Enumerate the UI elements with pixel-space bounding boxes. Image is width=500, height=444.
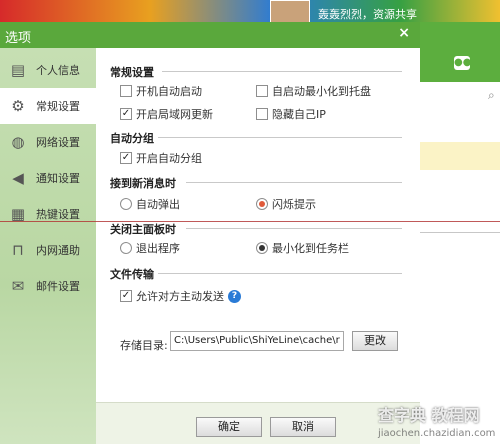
globe-icon: ◍ (11, 133, 25, 151)
option-label: 自动弹出 (136, 198, 180, 211)
minimize-tray-checkbox[interactable]: 自启动最小化到托盘 (256, 83, 371, 99)
avatar[interactable] (270, 0, 310, 24)
settings-sidebar: ▤ 个人信息 ⚙ 常规设置 ◍ 网络设置 ◀ 通知设置 ▦ 热键设置 ⊓ 内网通… (0, 48, 96, 444)
option-label: 最小化到任务栏 (272, 242, 349, 255)
watermark-site: jiaochen.chazidian.com (378, 428, 496, 439)
divider (186, 182, 402, 183)
nickname: 轰轰烈烈，资源共享 (318, 8, 417, 21)
radio-circle[interactable] (120, 198, 132, 210)
sidebar-item-label: 常规设置 (36, 100, 80, 113)
sidebar-item-label: 内网通助 (36, 244, 80, 257)
autostart-checkbox[interactable]: 开机自动启动 (120, 83, 202, 99)
option-label: 退出程序 (136, 242, 180, 255)
section-new-message: 接到新消息时 (110, 177, 176, 190)
sidebar-item-label: 个人信息 (36, 64, 80, 77)
highlighted-contact[interactable] (420, 142, 500, 170)
section-general: 常规设置 (110, 66, 154, 79)
checkbox-box[interactable]: ✓ (120, 108, 132, 120)
contact-list (420, 82, 500, 444)
divider (0, 221, 500, 222)
option-label: 开启局域网更新 (136, 108, 213, 121)
sidebar-item-general[interactable]: ⚙ 常规设置 (0, 88, 96, 124)
checkbox-box[interactable] (256, 85, 268, 97)
options-dialog: 选项 × ▤ 个人信息 ⚙ 常规设置 ◍ 网络设置 ◀ 通知设置 ▦ 热键设置 … (0, 22, 420, 444)
auto-group-checkbox[interactable]: ✓ 开启自动分组 (120, 150, 202, 166)
mail-icon: ✉ (11, 277, 25, 295)
option-label: 允许对方主动发送 (136, 290, 224, 303)
dialog-title: 选项 (5, 31, 32, 46)
allow-send-checkbox[interactable]: ✓ 允许对方主动发送 ? (120, 288, 241, 304)
divider (162, 71, 402, 72)
sidebar-item-mail[interactable]: ✉ 邮件设置 (0, 268, 96, 304)
popup-radio[interactable]: 自动弹出 (120, 196, 180, 212)
sidebar-item-profile[interactable]: ▤ 个人信息 (0, 52, 96, 88)
close-button[interactable]: × (398, 25, 410, 41)
lan-update-checkbox[interactable]: ✓ 开启局域网更新 (120, 106, 213, 122)
search-icon[interactable]: ⌕ (488, 88, 495, 103)
gear-icon: ⚙ (11, 97, 25, 115)
divider (186, 228, 402, 229)
hide-ip-checkbox[interactable]: 隐藏自己IP (256, 106, 326, 122)
sidebar-item-hotkey[interactable]: ▦ 热键设置 (0, 196, 96, 232)
sidebar-item-network[interactable]: ◍ 网络设置 (0, 124, 96, 160)
settings-panel: 常规设置 开机自动启动 自启动最小化到托盘 ✓ 开启局域网更新 隐藏自己IP 自动… (96, 48, 420, 444)
option-label: 隐藏自己IP (272, 108, 326, 121)
radio-circle[interactable] (256, 198, 268, 210)
sidebar-item-label: 网络设置 (36, 136, 80, 149)
divider (158, 137, 402, 138)
checkbox-box[interactable]: ✓ (120, 290, 132, 302)
exit-program-radio[interactable]: 退出程序 (120, 240, 180, 256)
sidebar-item-label: 热键设置 (36, 208, 80, 221)
title-bar[interactable]: 选项 × (0, 22, 420, 48)
cancel-button[interactable]: 取消 (270, 417, 336, 437)
help-icon[interactable]: ? (228, 289, 241, 303)
checkbox-box[interactable] (120, 85, 132, 97)
change-path-button[interactable]: 更改 (352, 331, 398, 351)
dialog-footer: 确定 取消 (96, 402, 420, 444)
minimize-taskbar-radio[interactable]: 最小化到任务栏 (256, 240, 349, 256)
checkbox-box[interactable]: ✓ (120, 152, 132, 164)
section-autogroup: 自动分组 (110, 132, 154, 145)
option-label: 闪烁提示 (272, 198, 316, 211)
ok-button[interactable]: 确定 (196, 417, 262, 437)
radio-circle[interactable] (120, 242, 132, 254)
chat-icon[interactable]: ●● (454, 56, 471, 70)
speaker-icon: ◀ (12, 169, 24, 187)
section-file-transfer: 文件传输 (110, 268, 154, 281)
flash-radio[interactable]: 闪烁提示 (256, 196, 316, 212)
id-card-icon: ▤ (10, 61, 26, 79)
divider (420, 232, 500, 233)
sidebar-item-notification[interactable]: ◀ 通知设置 (0, 160, 96, 196)
storage-path-field[interactable]: C:\Users\Public\ShiYeLine\cache\r (170, 331, 344, 351)
sidebar-item-intranet[interactable]: ⊓ 内网通助 (0, 232, 96, 268)
option-label: 开启自动分组 (136, 152, 202, 165)
watermark: 查字典 教程网 (378, 406, 480, 425)
divider (158, 273, 402, 274)
radio-circle[interactable] (256, 242, 268, 254)
sidebar-item-label: 邮件设置 (36, 280, 80, 293)
sidebar-item-label: 通知设置 (36, 172, 80, 185)
section-close-panel: 关闭主面板时 (110, 223, 176, 236)
storage-label: 存储目录: (120, 339, 168, 352)
background-banner (0, 0, 500, 22)
checkbox-box[interactable] (256, 108, 268, 120)
option-label: 自启动最小化到托盘 (272, 85, 371, 98)
option-label: 开机自动启动 (136, 85, 202, 98)
lock-icon: ⊓ (12, 241, 24, 259)
